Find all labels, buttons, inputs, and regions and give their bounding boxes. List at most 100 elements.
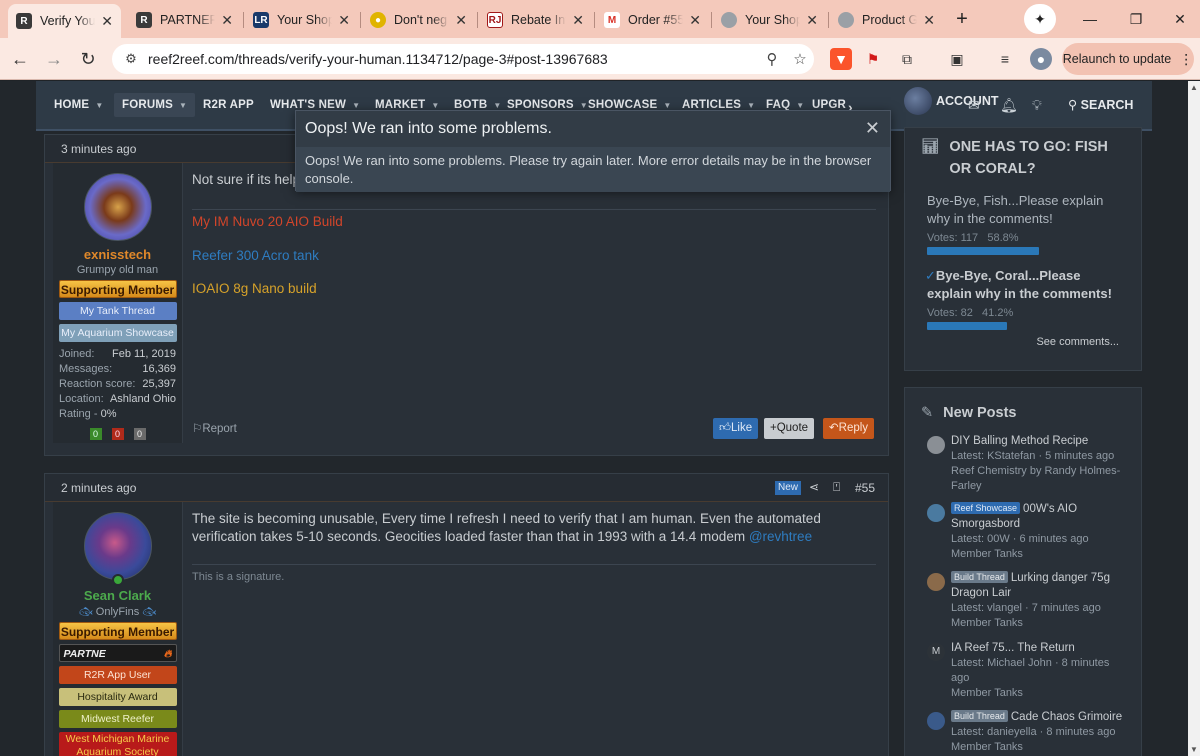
poll-title[interactable]: 📊︎ ONE HAS TO GO: FISH OR CORAL? [905,136,1141,180]
new-tab-button[interactable]: + [942,0,982,38]
online-status-icon [111,574,124,586]
minimize-icon[interactable]: — [1070,0,1110,38]
avatar[interactable] [83,173,152,241]
back-icon[interactable]: ← [6,46,34,72]
bookmark-star-icon[interactable]: ☆ [786,50,814,68]
badge-aquarium-showcase[interactable]: My Aquarium Showcase [58,324,177,342]
badge-partner: PARTNE 🔥︎ [58,644,177,662]
tab-product[interactable]: Product G ✕ [830,6,943,34]
maximize-icon[interactable]: ❐ [1116,0,1156,38]
brave-shield-icon[interactable]: ▼ [830,48,852,70]
gemini-icon[interactable]: ✦ [1024,4,1056,34]
forward-icon[interactable]: → [40,46,68,72]
sig-link-nuvo[interactable]: My IM Nuvo 20 AIO Build [192,213,343,231]
page-scrollbar[interactable]: ▲ ▼ [1188,81,1200,756]
sig-link-ioaio[interactable]: IOAIO 8g Nano build [192,280,317,298]
share-icon[interactable]: ⋖ [809,480,819,494]
rating-negative[interactable]: 0 [111,428,124,440]
poll-option-coral[interactable]: ✓Bye-Bye, Coral...Please explain why in … [905,267,1141,303]
tab-your-shop[interactable]: LR Your Shop ✕ [245,6,358,34]
extensions-puzzle-icon[interactable]: ⧉ [896,48,918,70]
pencil-icon: ✎ [921,405,934,421]
poll-bar-fish [927,247,1039,255]
new-posts-title[interactable]: ✎ New Posts [905,402,1141,424]
bookmark-icon[interactable]: ⍞ [833,480,840,495]
close-icon[interactable]: ✕ [338,12,350,29]
mention-link[interactable]: @revhtree [749,529,812,544]
reload-icon[interactable]: ↻ [74,46,102,72]
nav-r2r-app[interactable]: R2R APP [203,99,254,111]
relaunch-button[interactable]: Relaunch to update ⋮ [1062,43,1194,75]
stat-joined: Joined: Feb 11, 2019 [59,348,176,360]
globe-favicon-icon [721,12,737,28]
user-cell: Sean Clark 🐟︎ OnlyFins 🐟︎ Supporting Mem… [53,502,183,756]
avatar[interactable] [83,512,152,580]
see-comments-link[interactable]: See comments... [1036,336,1119,348]
account-avatar [904,87,932,115]
close-icon[interactable]: ✕ [689,12,701,29]
badge-my-tank-thread[interactable]: My Tank Thread [58,302,177,320]
tab-rebate[interactable]: RJ Rebate Int ✕ [479,6,592,34]
report-link[interactable]: ⚐Report [192,421,237,435]
close-icon[interactable]: ✕ [101,13,113,30]
close-icon[interactable]: ✕ [221,12,233,29]
more-menu-icon[interactable]: ⋮ [1179,51,1193,68]
tab-partner[interactable]: R PARTNER ✕ [128,6,241,34]
sig-link-reefer[interactable]: Reefer 300 Acro tank [192,247,319,265]
signature-text: This is a signature. [192,571,285,583]
zoom-icon[interactable]: ⚲ [758,50,786,68]
scroll-down-icon[interactable]: ▼ [1190,745,1198,754]
close-window-icon[interactable]: ✕ [1160,0,1200,38]
poll-votes-coral: Votes: 82 41.2% [927,307,1014,319]
tab-order[interactable]: M Order #55 ✕ [596,6,709,34]
like-button[interactable]: 👍︎Like [713,418,759,439]
poll-option-fish[interactable]: Bye-Bye, Fish...Please explain why in th… [905,192,1141,228]
badge-hospitality-award: Hospitality Award [58,688,177,706]
site-info-icon[interactable]: ⚙ [120,51,142,67]
bell-icon[interactable]: 🔔︎ [1000,97,1018,114]
reply-button[interactable]: ↶Reply [823,418,875,439]
post-time[interactable]: 3 minutes ago [61,142,136,156]
username[interactable]: exnisstech [53,247,182,262]
tab-dont-neg[interactable]: ● Don't neg ✕ [362,6,475,34]
red-extension-icon[interactable]: ⚑ [862,48,884,70]
bar-chart-icon: 📊︎ [921,139,940,155]
rating-positive[interactable]: 0 [89,428,102,440]
url-omnibox[interactable]: ⚙ reef2reef.com/threads/verify-your-huma… [112,44,814,74]
post-time[interactable]: 2 minutes ago [61,481,136,495]
close-icon[interactable]: ✕ [865,118,880,139]
scroll-up-icon[interactable]: ▲ [1190,83,1198,92]
profile-avatar-icon[interactable]: ● [1030,48,1052,70]
close-icon[interactable]: ✕ [923,12,935,29]
badge-supporting-member: Supporting Member [58,280,177,298]
post-number[interactable]: #55 [855,481,875,495]
close-icon[interactable]: ✕ [572,12,584,29]
nav-forums[interactable]: FORUMS ▼ [114,93,196,117]
url-text[interactable]: reef2reef.com/threads/verify-your-human.… [148,51,758,67]
username[interactable]: Sean Clark [53,588,182,603]
account-menu[interactable]: ACCOUNT [904,87,999,115]
post-header: 2 minutes ago New ⋖ ⍞ #55 [45,474,888,502]
rj-favicon-icon: RJ [487,12,503,28]
post-body: The site is becoming unusable, Every tim… [192,511,821,544]
inbox-icon[interactable]: ✉ [968,97,980,114]
close-icon[interactable]: ✕ [455,12,467,29]
tab-verify[interactable]: R Verify Your ✕ [8,4,121,38]
cast-search-icon[interactable]: ▣ [946,48,968,70]
lightbulb-icon[interactable]: 💡︎ [1032,97,1042,114]
stat-reaction-score: Reaction score: 25,397 [59,378,176,390]
avatar [927,573,945,591]
tab-your-shop-2[interactable]: Your Shop ✕ [713,6,826,34]
nav-search[interactable]: ⚲ SEARCH [1068,97,1133,112]
rating-neutral[interactable]: 0 [133,428,146,440]
quote-button[interactable]: +Quote [764,418,815,439]
signature-divider [192,564,876,565]
close-icon[interactable]: ✕ [806,12,818,29]
nav-home[interactable]: HOME ▼ [54,99,103,111]
avatar [927,712,945,730]
yellow-favicon-icon: ● [370,12,386,28]
badge-supporting-member: Supporting Member [58,622,177,640]
lr-favicon-icon: LR [253,12,269,28]
media-queue-icon[interactable]: ≡ [994,48,1016,70]
user-title: 🐟︎ OnlyFins 🐟︎ [78,606,157,618]
